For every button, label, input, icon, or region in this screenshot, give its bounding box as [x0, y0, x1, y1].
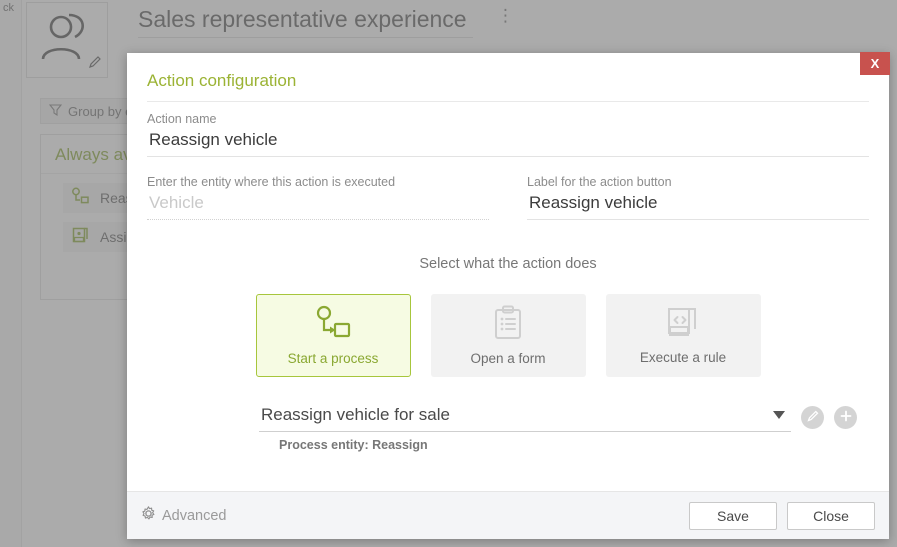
button-label-input[interactable]: Reassign vehicle [527, 189, 869, 220]
action-type-cards: Start a process Open a form Execute a ru… [147, 294, 869, 377]
card-start-a-process[interactable]: Start a process [255, 294, 411, 377]
add-process-button[interactable] [834, 406, 857, 429]
card-execute-a-rule[interactable]: Execute a rule [605, 294, 761, 377]
clipboard-form-icon [491, 305, 525, 345]
gear-icon [141, 506, 156, 525]
save-button[interactable]: Save [689, 501, 777, 530]
field-row: Enter the entity where this action is ex… [147, 165, 869, 220]
pencil-icon [806, 408, 820, 427]
rule-code-icon [665, 306, 701, 344]
card-label: Start a process [287, 351, 379, 366]
dialog-body: Action configuration Action name Reassig… [127, 53, 889, 491]
action-configuration-dialog: X Action configuration Action name Reass… [127, 52, 890, 539]
plus-icon [839, 408, 853, 427]
action-name-input[interactable]: Reassign vehicle [147, 126, 869, 157]
advanced-label: Advanced [162, 507, 227, 524]
entity-label: Enter the entity where this action is ex… [147, 175, 396, 189]
button-label-label: Label for the action button [527, 175, 672, 189]
advanced-button[interactable]: Advanced [141, 506, 227, 525]
card-label: Open a form [470, 351, 546, 366]
edit-process-button[interactable] [801, 406, 824, 429]
dialog-footer: Advanced Save Close [127, 491, 889, 539]
dialog-title: Action configuration [147, 71, 869, 102]
process-select-row: Reassign vehicle for sale [259, 403, 857, 432]
close-button[interactable]: Close [787, 501, 875, 530]
process-flow-icon [314, 305, 352, 345]
process-select[interactable]: Reassign vehicle for sale [259, 403, 791, 432]
entity-input[interactable]: Vehicle [147, 189, 489, 220]
select-action-prompt: Select what the action does [419, 256, 597, 272]
chevron-down-icon[interactable] [773, 411, 785, 419]
action-name-label: Action name [147, 112, 217, 126]
process-select-value: Reassign vehicle for sale [261, 405, 450, 424]
card-label: Execute a rule [639, 350, 727, 365]
process-entity-text: Process entity: Reassign [279, 438, 428, 452]
card-open-a-form[interactable]: Open a form [430, 294, 586, 377]
